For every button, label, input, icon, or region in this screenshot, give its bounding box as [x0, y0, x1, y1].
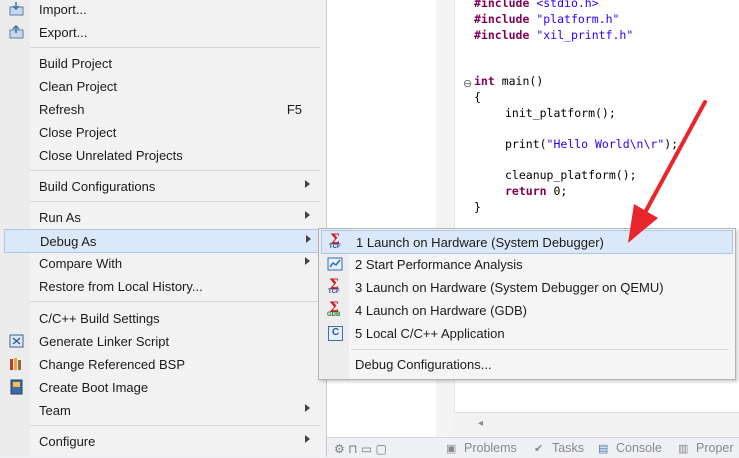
menu-separator: [30, 201, 320, 202]
submenu-label: 3 Launch on Hardware (System Debugger on…: [355, 280, 664, 295]
annotation-arrow-icon: [628, 100, 707, 243]
menu-label: Change Referenced BSP: [39, 357, 185, 372]
tab-problems[interactable]: Problems: [464, 441, 517, 455]
submenu-label: 5 Local C/C++ Application: [355, 326, 505, 341]
menu-label: Restore from Local History...: [39, 279, 203, 294]
menu-item-build-configurations[interactable]: Build Configurations: [4, 175, 322, 197]
debug-as-submenu: Σ TCF 1 Launch on Hardware (System Debug…: [318, 228, 736, 380]
submenu-label: 4 Launch on Hardware (GDB): [355, 303, 527, 318]
menu-separator: [30, 47, 320, 48]
menu-item-generate-linker-script[interactable]: Generate Linker Script: [4, 330, 322, 352]
shortcut-key: F5: [286, 102, 302, 117]
submenu-label: 1 Launch on Hardware (System Debugger): [356, 235, 604, 250]
submenu-arrow-icon: [305, 435, 310, 443]
project-context-menu: Import... Export... Build Project Clean …: [0, 0, 327, 457]
submenu-arrow-icon: [305, 257, 310, 265]
menu-item-change-referenced-bsp[interactable]: Change Referenced BSP: [4, 353, 322, 375]
menu-item-close-unrelated-projects[interactable]: Close Unrelated Projects: [4, 144, 322, 166]
menu-item-build-settings[interactable]: C/C++ Build Settings: [4, 307, 322, 329]
menu-item-import[interactable]: Import...: [4, 0, 322, 20]
scroll-left-icon[interactable]: ◂: [478, 418, 483, 429]
console-icon: ▤: [598, 443, 609, 455]
submenu-arrow-icon: [306, 235, 311, 243]
tcf-launch-icon: Σ TCF: [328, 277, 340, 295]
menu-item-debug-as[interactable]: Debug As: [4, 229, 324, 253]
menu-label: Configure: [39, 434, 96, 449]
menu-label: Build Project: [39, 56, 112, 71]
code-line-include-platform: #include "platform.h": [474, 12, 620, 26]
editor-horizontal-scrollbar[interactable]: ◂: [454, 412, 739, 438]
menu-label: Generate Linker Script: [39, 334, 170, 349]
menu-label: Compare With: [39, 256, 123, 271]
menu-label: Close Unrelated Projects: [39, 148, 183, 163]
code-line-main: int main(): [474, 74, 544, 88]
menu-label: Close Project: [39, 125, 117, 140]
tab-properties[interactable]: Proper: [696, 441, 734, 455]
menu-item-build-project[interactable]: Build Project: [4, 52, 322, 74]
submenu-arrow-icon: [305, 180, 310, 188]
menu-item-create-boot-image[interactable]: Create Boot Image: [4, 376, 322, 398]
code-line-include-stdio: #include <stdio.h>: [474, 0, 599, 10]
problems-icon: ▣: [446, 443, 457, 455]
menu-label: Import...: [39, 2, 87, 17]
code-line-return: return 0;: [505, 184, 568, 198]
menu-label: Debug As: [40, 234, 97, 249]
linker-script-icon: [9, 334, 24, 348]
menu-item-configure[interactable]: Configure: [4, 430, 322, 452]
menu-label: Export...: [39, 25, 88, 40]
menu-separator: [30, 301, 320, 302]
menu-label: Run As: [39, 210, 81, 225]
bsp-library-icon: [10, 358, 21, 370]
menu-item-clean-project[interactable]: Clean Project: [4, 75, 322, 97]
menu-separator: [30, 425, 320, 426]
menu-separator: [30, 170, 320, 171]
submenu-item-start-performance-analysis[interactable]: 2 Start Performance Analysis: [321, 253, 731, 275]
tasks-icon: ✔: [534, 443, 544, 455]
tcf-icon-label: TCF: [328, 289, 340, 295]
code-line-open-brace: {: [474, 90, 481, 104]
submenu-item-launch-hardware-qemu[interactable]: Σ TCF 3 Launch on Hardware (System Debug…: [321, 276, 731, 298]
import-icon: [9, 2, 24, 16]
submenu-item-debug-configurations[interactable]: Debug Configurations...: [321, 353, 731, 375]
menu-item-team[interactable]: Team: [4, 399, 322, 421]
submenu-separator: [351, 349, 729, 350]
tab-tasks[interactable]: Tasks: [552, 441, 584, 455]
c-application-icon: C: [328, 326, 343, 341]
menu-label: Refresh: [39, 102, 85, 117]
submenu-arrow-icon: [305, 404, 310, 412]
menu-label: Clean Project: [39, 79, 118, 94]
properties-icon: ▥: [678, 443, 689, 455]
code-line-close-brace: }: [474, 200, 481, 214]
tab-console[interactable]: Console: [616, 441, 662, 455]
menu-item-refresh[interactable]: Refresh F5: [4, 98, 322, 120]
submenu-label: 2 Start Performance Analysis: [355, 257, 523, 272]
view-toolbar-icons[interactable]: ⚙ ⊓ ▭ ▢: [334, 442, 387, 456]
menu-item-run-as[interactable]: Run As: [4, 206, 322, 228]
fold-toggle-icon[interactable]: ⊖: [463, 77, 472, 90]
menu-item-export[interactable]: Export...: [4, 21, 322, 43]
menu-item-compare-with[interactable]: Compare With: [4, 252, 322, 274]
menu-item-close-project[interactable]: Close Project: [4, 121, 322, 143]
submenu-label: Debug Configurations...: [355, 357, 492, 372]
c-icon-label: C: [332, 327, 340, 338]
export-icon: [9, 24, 24, 39]
submenu-item-local-c-application[interactable]: C 5 Local C/C++ Application: [321, 322, 731, 344]
boot-image-icon: [10, 379, 23, 395]
code-line-include-xil: #include "xil_printf.h": [474, 28, 634, 42]
menu-label: Create Boot Image: [39, 380, 149, 395]
performance-analysis-icon: [327, 257, 343, 271]
menu-label: C/C++ Build Settings: [39, 311, 160, 326]
menu-label: Team: [39, 403, 71, 418]
submenu-arrow-icon: [305, 211, 310, 219]
gdb-icon-label: GDB: [327, 312, 341, 318]
menu-item-restore-local-history[interactable]: Restore from Local History...: [4, 275, 322, 297]
tcf-launch-icon: Σ TCF: [329, 232, 341, 250]
tcf-icon-label: TCF: [329, 244, 341, 250]
gdb-launch-icon: Σ GDB: [327, 300, 341, 318]
menu-label: Build Configurations: [39, 179, 156, 194]
submenu-item-launch-hardware-gdb[interactable]: Σ GDB 4 Launch on Hardware (GDB): [321, 299, 731, 321]
